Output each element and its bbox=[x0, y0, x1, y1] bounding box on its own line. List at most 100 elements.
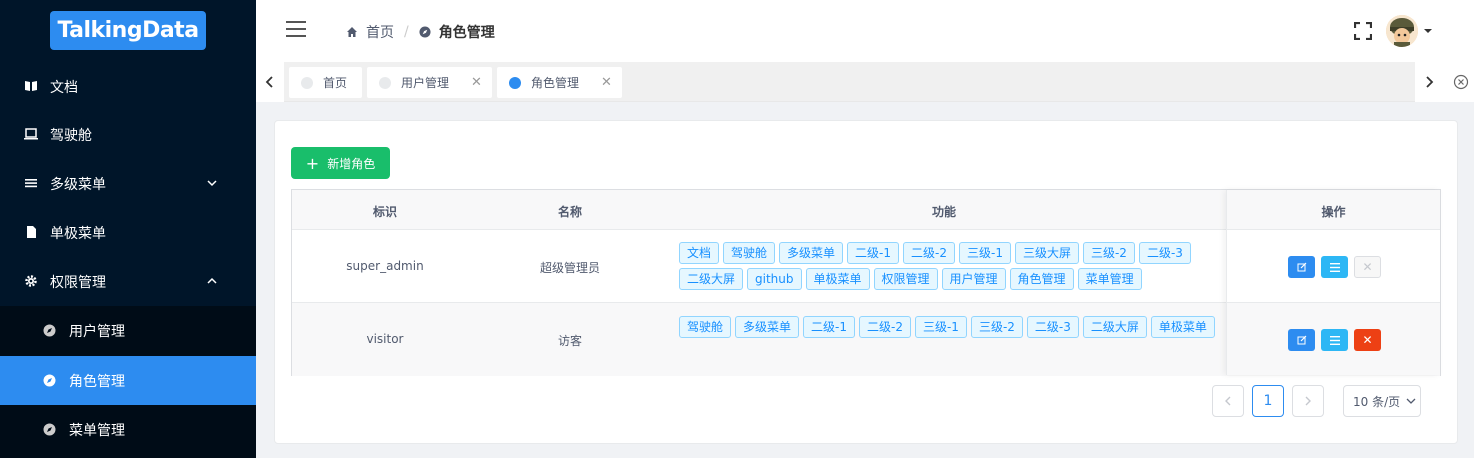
feature-tag: 驾驶舱 bbox=[679, 316, 732, 338]
breadcrumb-separator: / bbox=[404, 24, 409, 40]
close-icon[interactable]: ✕ bbox=[471, 75, 482, 90]
edit-icon bbox=[1297, 335, 1306, 345]
tabs-scroll-left[interactable] bbox=[256, 62, 284, 102]
sidebar-item-label: 权限管理 bbox=[50, 275, 106, 291]
chevron-left-icon bbox=[1225, 396, 1231, 406]
feature-tag: 二级-1 bbox=[847, 242, 900, 264]
sidebar-item-label: 菜单管理 bbox=[69, 423, 125, 439]
sidebar: TalkingData 文档 驾驶舱 多级菜单 单极菜单 权限管理 用户管理 角… bbox=[0, 0, 256, 458]
caret-down-icon[interactable] bbox=[1423, 27, 1433, 35]
sidebar-item-permissions[interactable]: 权限管理 bbox=[0, 257, 256, 306]
tab-home[interactable]: 首页 bbox=[289, 67, 362, 98]
close-icon: ✕ bbox=[1362, 260, 1373, 274]
feature-tag: 菜单管理 bbox=[1077, 268, 1142, 290]
add-role-button[interactable]: + 新增角色 bbox=[291, 147, 390, 179]
tabs-scroll-right[interactable] bbox=[1415, 62, 1443, 102]
feature-tag: 三级-1 bbox=[914, 316, 967, 338]
header: 首页 / 角色管理 bbox=[256, 0, 1474, 62]
feature-tag: 二级-3 bbox=[1026, 316, 1079, 338]
edit-icon bbox=[1297, 262, 1306, 272]
sidebar-item-label: 驾驶舱 bbox=[50, 128, 92, 144]
roles-table: 标识 名称 功能 super_admin 超级管理员 文档 驾驶舱 多级菜单 二级-1… bbox=[291, 189, 1441, 376]
tab-label: 角色管理 bbox=[531, 76, 580, 90]
menu-icon bbox=[25, 179, 37, 188]
menu-button[interactable] bbox=[1321, 329, 1348, 351]
list-icon bbox=[1329, 335, 1340, 345]
feature-tag: 二级-3 bbox=[1138, 242, 1191, 264]
prev-page-button[interactable] bbox=[1212, 385, 1244, 417]
feature-tag: 二级-1 bbox=[803, 316, 855, 338]
sidebar-item-multilevel[interactable]: 多级菜单 bbox=[0, 159, 256, 208]
tab-status-dot bbox=[379, 76, 391, 89]
sidebar-item-label: 文档 bbox=[50, 80, 78, 96]
cell-name: 超级管理员 bbox=[539, 261, 600, 275]
column-header-id: 标识 bbox=[372, 205, 397, 219]
sidebar-item-label: 用户管理 bbox=[69, 324, 125, 340]
chevron-right-icon bbox=[1426, 76, 1434, 88]
column-header-actions: 操作 bbox=[1321, 205, 1346, 219]
feature-tag: 二级大屏 bbox=[679, 268, 744, 290]
tab-users[interactable]: 用户管理 ✕ bbox=[367, 67, 492, 98]
book-icon bbox=[25, 81, 37, 91]
plus-icon: + bbox=[305, 153, 320, 173]
menu-button[interactable] bbox=[1321, 256, 1348, 278]
sidebar-item-docs[interactable]: 文档 bbox=[0, 62, 256, 111]
feature-tag: 二级大屏 bbox=[1082, 316, 1147, 338]
logo[interactable]: TalkingData bbox=[50, 11, 206, 50]
sidebar-item-label: 多级菜单 bbox=[50, 177, 106, 193]
document-icon bbox=[27, 226, 36, 238]
breadcrumb: 首页 / 角色管理 bbox=[346, 22, 495, 42]
delete-button[interactable]: ✕ bbox=[1354, 329, 1381, 351]
breadcrumb-home[interactable]: 首页 bbox=[366, 22, 394, 42]
page-size-value: 10 条/页 bbox=[1353, 394, 1401, 409]
chevron-right-icon bbox=[1305, 396, 1311, 406]
page-number-button[interactable]: 1 bbox=[1252, 385, 1284, 417]
avatar-icon bbox=[1386, 15, 1418, 47]
chevron-down-icon bbox=[207, 180, 217, 187]
feature-tag: 三级-2 bbox=[1082, 242, 1135, 264]
feature-tag: 二级-2 bbox=[859, 316, 911, 338]
sidebar-subitem-users[interactable]: 用户管理 bbox=[0, 306, 256, 355]
column-header-features: 功能 bbox=[931, 205, 956, 219]
sidebar-item-single-menu[interactable]: 单极菜单 bbox=[0, 208, 256, 257]
page-size-select[interactable]: 10 条/页 bbox=[1343, 385, 1421, 417]
cell-id: visitor bbox=[366, 332, 404, 346]
feature-tags: 文档 驾驶舱 多级菜单 二级-1 二级-2 三级-1 三级大屏 三级-2 二级-3 二级大屏 git… bbox=[679, 242, 1219, 290]
feature-tag: 驾驶舱 bbox=[723, 242, 776, 264]
cell-id: super_admin bbox=[346, 259, 424, 273]
feature-tag: 角色管理 bbox=[1009, 268, 1074, 290]
edit-button[interactable] bbox=[1288, 256, 1315, 278]
sidebar-subitem-roles[interactable]: 角色管理 bbox=[0, 356, 256, 405]
sidebar-item-label: 单极菜单 bbox=[50, 226, 106, 242]
feature-tag: 三级-2 bbox=[970, 316, 1023, 338]
next-page-button[interactable] bbox=[1292, 385, 1324, 417]
tab-roles[interactable]: 角色管理 ✕ bbox=[497, 67, 622, 98]
sidebar-item-cockpit[interactable]: 驾驶舱 bbox=[0, 110, 256, 159]
sidebar-subitem-menus[interactable]: 菜单管理 bbox=[0, 405, 256, 454]
feature-tag: 二级-2 bbox=[903, 242, 955, 264]
hamburger-icon[interactable] bbox=[286, 21, 306, 37]
feature-tag: 单极菜单 bbox=[805, 268, 870, 290]
chevron-left-icon bbox=[265, 76, 273, 88]
close-icon[interactable]: ✕ bbox=[601, 75, 612, 90]
tab-status-dot bbox=[301, 76, 313, 89]
close-circle-icon[interactable] bbox=[1453, 74, 1469, 90]
tabs-bar: 首页 用户管理 ✕ 角色管理 ✕ bbox=[256, 62, 1474, 102]
close-icon: ✕ bbox=[1362, 333, 1373, 347]
chevron-down-icon bbox=[1406, 398, 1416, 404]
feature-tag: 用户管理 bbox=[941, 268, 1006, 290]
edit-button[interactable] bbox=[1288, 329, 1315, 351]
feature-tag: 三级大屏 bbox=[1014, 242, 1079, 264]
feature-tag: 三级-1 bbox=[958, 242, 1011, 264]
actions-column: 操作 ✕ ✕ bbox=[1226, 190, 1440, 375]
chevron-up-icon bbox=[207, 277, 217, 284]
sidebar-item-label: 角色管理 bbox=[69, 374, 125, 390]
feature-tag: 单极菜单 bbox=[1150, 316, 1215, 338]
gear-icon bbox=[25, 275, 37, 287]
avatar[interactable] bbox=[1386, 15, 1418, 47]
compass-icon bbox=[43, 324, 56, 337]
feature-tag: 多级菜单 bbox=[779, 242, 844, 264]
tab-status-dot bbox=[509, 76, 521, 89]
cell-name: 访客 bbox=[557, 334, 582, 348]
fullscreen-icon[interactable] bbox=[1354, 22, 1372, 40]
